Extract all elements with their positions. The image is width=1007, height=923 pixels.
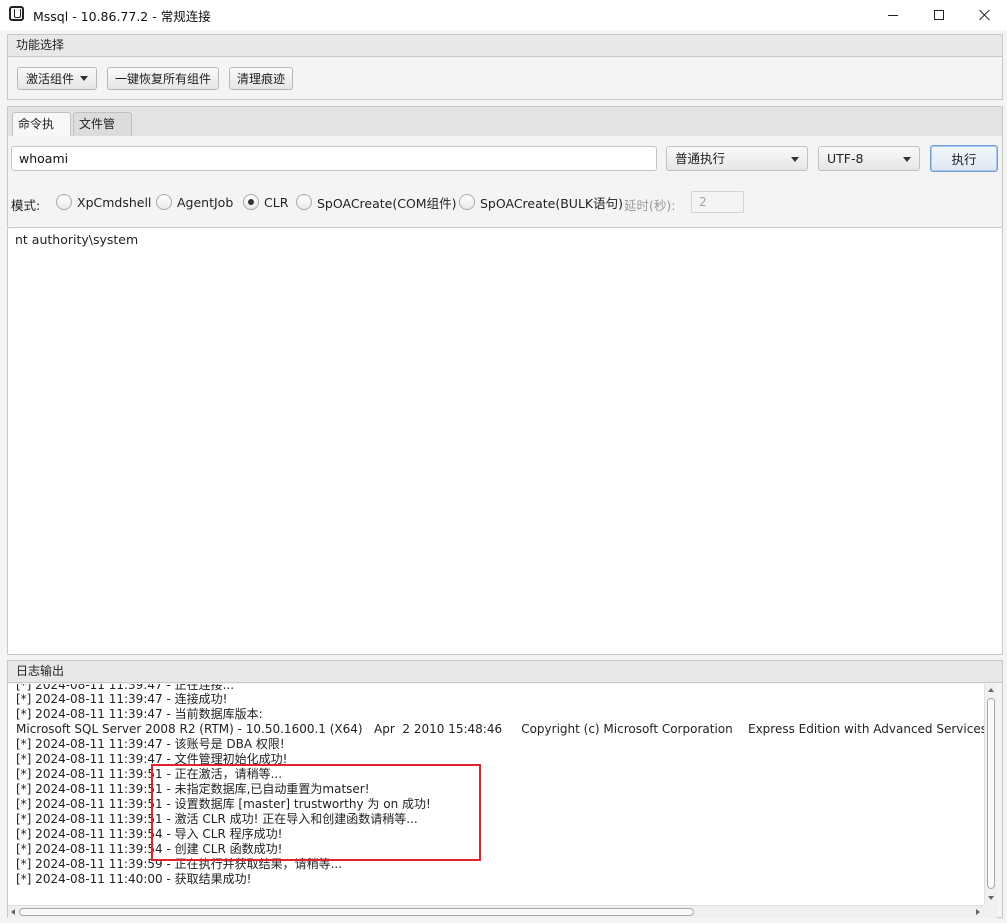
mode-option-label: XpCmdshell [77,194,152,210]
minimize-icon [888,14,898,16]
radio-icon [296,194,312,210]
tab-file-manager[interactable]: 文件管理 [73,112,132,154]
radio-icon [56,194,72,210]
mode-option-spoacreate-bulk[interactable]: SpOACreate(BULK语句) [459,192,623,212]
chevron-down-icon [903,157,911,162]
log-line: [*] 2024-08-11 11:40:00 - 获取结果成功! [16,872,252,886]
radio-icon [459,194,475,210]
minimize-button[interactable] [870,0,916,30]
log-horizontal-scrollbar[interactable] [8,905,984,918]
scroll-thumb[interactable] [19,908,694,916]
highlight-annotation-box [151,764,481,861]
delay-input[interactable]: 2 [691,191,744,213]
scroll-left-icon[interactable] [11,909,15,915]
log-line: [*] 2024-08-11 11:39:47 - 该账号是 DBA 权限! [16,737,285,751]
clean-traces-button[interactable]: 清理痕迹 [229,67,293,90]
restore-all-components-button[interactable]: 一键恢复所有组件 [107,67,219,90]
tab-command-exec[interactable]: 命令执行 [12,112,71,154]
maximize-button[interactable] [916,0,962,30]
function-panel-title: 功能选择 [8,35,1002,57]
execute-button[interactable]: 执行 [930,145,998,172]
mode-label: 模式: [11,198,41,213]
mode-option-spoacreate-com[interactable]: SpOACreate(COM组件) [296,192,456,212]
chevron-down-icon [791,157,799,162]
window-title: Mssql - 10.86.77.2 - 常规连接 [33,9,211,24]
close-icon [979,9,991,21]
activate-component-label: 激活组件 [25,72,74,86]
tab-bar: 命令执行 文件管理 [7,106,1003,154]
mode-option-xpcmdshell[interactable]: XpCmdshell [56,192,151,212]
mode-option-label: CLR [264,194,289,210]
chevron-down-icon [80,76,88,81]
mode-option-label: SpOACreate(BULK语句) [480,195,623,211]
radio-icon [156,194,172,210]
command-input[interactable]: whoami [11,146,657,171]
log-line: Microsoft SQL Server 2008 R2 (RTM) - 10.… [16,722,984,736]
scroll-right-icon[interactable] [976,909,980,915]
log-line: [*] 2024-08-11 11:39:47 - 连接成功! [16,692,228,706]
scroll-corner [984,905,997,918]
mode-option-clr[interactable]: CLR [243,192,288,212]
mode-option-agentjob[interactable]: AgentJob [156,192,233,212]
title-bar: Mssql - 10.86.77.2 - 常规连接 [0,0,1007,30]
app-icon [9,6,24,21]
mode-option-label: AgentJob [177,194,234,210]
activate-component-dropdown[interactable]: 激活组件 [17,67,97,90]
scroll-up-icon[interactable] [988,688,994,692]
encoding-value: UTF-8 [827,151,864,166]
delay-label: 延时(秒): [624,198,676,213]
exec-mode-value: 普通执行 [675,151,726,166]
scroll-thumb[interactable] [987,698,995,889]
radio-checked-icon [243,194,259,210]
log-line: [*] 2024-08-11 11:39:47 - 当前数据库版本: [16,707,263,721]
exec-mode-select[interactable]: 普通执行 [666,146,808,171]
log-panel-title: 日志输出 [8,661,1002,683]
encoding-select[interactable]: UTF-8 [818,146,920,171]
scroll-down-icon[interactable] [988,896,994,900]
command-output[interactable]: nt authority\system [7,227,1003,655]
mode-option-label: SpOACreate(COM组件) [317,195,457,211]
maximize-icon [934,10,944,20]
log-vertical-scrollbar[interactable] [984,684,997,905]
close-button[interactable] [962,0,1007,30]
